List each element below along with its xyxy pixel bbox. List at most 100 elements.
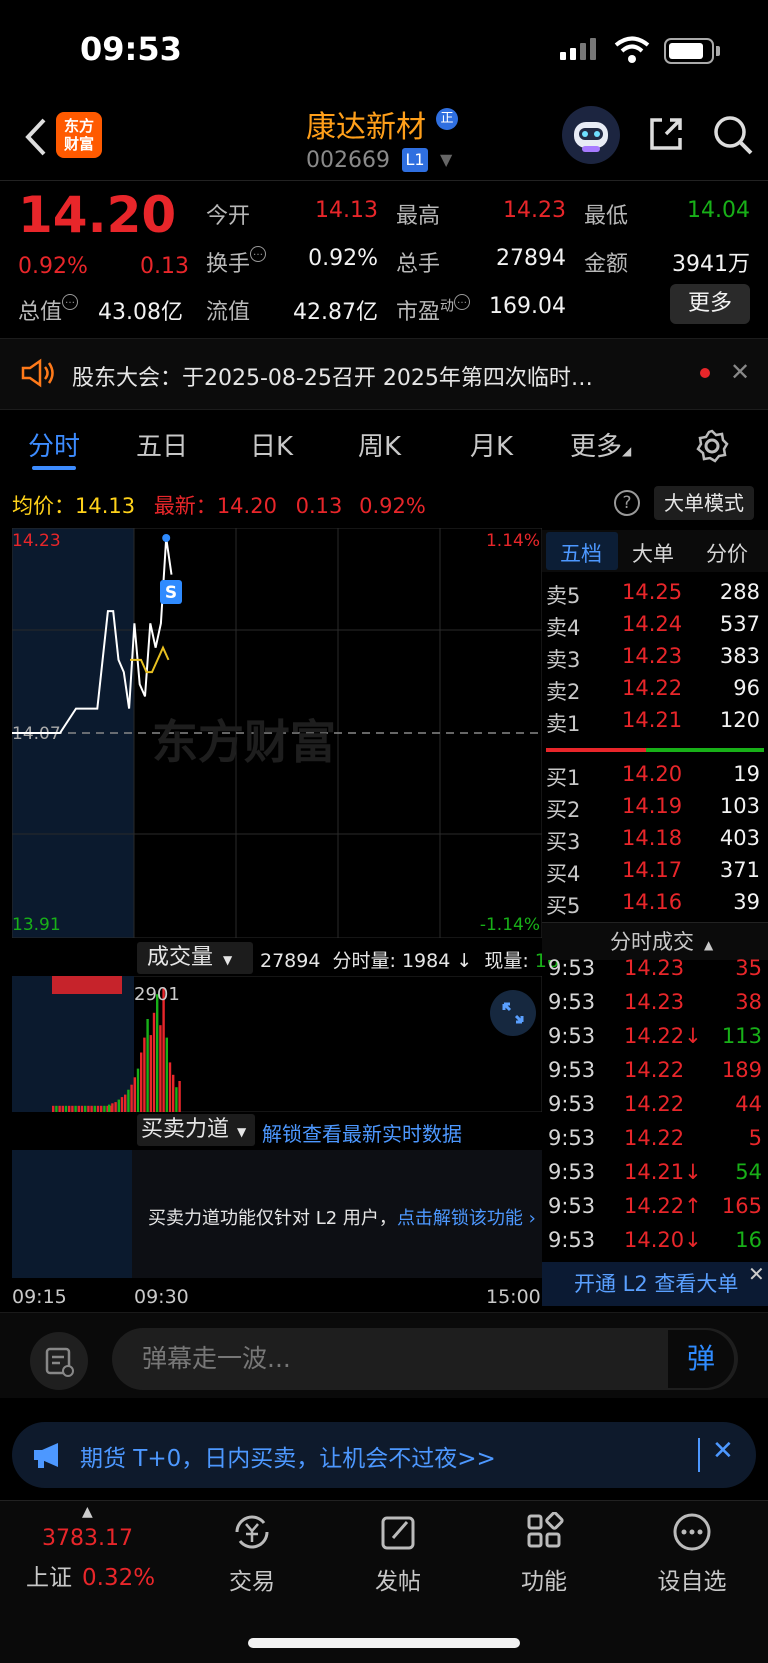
volume-bar <box>120 1097 124 1112</box>
volume-bar <box>77 1105 80 1112</box>
volume-bar <box>146 1019 149 1112</box>
stock-name[interactable]: 康达新材 <box>306 102 426 146</box>
tab-more[interactable]: 更多◢ <box>570 426 631 463</box>
last-price: 14.20 <box>18 186 177 244</box>
pe-label: 市盈动… <box>396 294 471 326</box>
s-marker-label: S <box>165 583 177 603</box>
announcement-text[interactable]: 股东大会：于2025-08-25召开 2025年第四次临时… <box>72 360 593 392</box>
volume-bar <box>52 1105 55 1112</box>
yuan-cycle-icon <box>235 1515 269 1549</box>
unlock-feature-link[interactable]: 点击解锁该功能 › <box>397 1208 536 1229</box>
ask-row: 卖3 14.23 383 <box>546 644 760 672</box>
volume-selector[interactable]: 成交量 ▼ <box>137 942 253 974</box>
search-icon[interactable] <box>712 114 754 160</box>
volume-bar <box>162 988 165 1112</box>
volume-chart: 2901 <box>12 976 542 1112</box>
tab-trade[interactable]: 交易 <box>192 1512 312 1596</box>
bid-ask-ratio-buy <box>646 748 764 752</box>
help-icon[interactable]: ? <box>614 490 640 516</box>
cellular-signal-icon <box>560 38 600 60</box>
power-selector[interactable]: 买卖力道 ▼ <box>137 1114 255 1146</box>
volume-bar <box>111 1103 114 1112</box>
l2-upgrade-banner[interactable]: 开通 L2 查看大单 <box>542 1262 768 1306</box>
volume-bar <box>68 1105 71 1112</box>
ad-text[interactable]: 期货 T+0，日内买卖，让机会不过夜>> <box>80 1439 496 1473</box>
volume-bar <box>156 994 159 1112</box>
intraday-chart[interactable]: 东方财富 14.23 14.07 13.91 1.14% -1.14% S <box>12 528 542 938</box>
trade-row: 9:53 14.22↓ 113 <box>548 1024 762 1048</box>
level-badge[interactable]: L1 <box>402 148 428 172</box>
trades-header[interactable]: 分时成交 ▲ <box>542 922 768 960</box>
volume-bar <box>103 1105 106 1112</box>
trade-row: 9:53 14.23 38 <box>548 990 762 1014</box>
back-button[interactable] <box>18 112 52 162</box>
volume-bar <box>108 1104 111 1112</box>
more-button[interactable]: 更多 <box>670 284 750 324</box>
trade-row: 9:53 14.22 5 <box>548 1126 762 1150</box>
volume-bar <box>71 1105 74 1112</box>
volume-bar <box>127 1089 130 1112</box>
trade-row: 9:53 14.22↑ 165 <box>548 1194 762 1218</box>
robot-assistant-icon[interactable] <box>562 106 620 164</box>
index-value[interactable]: 3783.17 <box>42 1526 133 1551</box>
active-tab-indicator <box>32 466 76 470</box>
settings-gear-icon[interactable] <box>694 428 730 468</box>
tab-weekly-k[interactable]: 周K <box>358 426 401 463</box>
info-icon[interactable]: … <box>250 246 267 262</box>
megaphone-icon <box>30 1440 66 1474</box>
tab-big-order[interactable]: 大单 <box>632 538 674 568</box>
speaker-icon <box>20 358 56 392</box>
tab-functions[interactable]: 功能 <box>484 1511 604 1596</box>
pct-change: 0.92% <box>18 254 88 279</box>
pct-high-label: 1.14% <box>486 531 540 551</box>
grid-icon <box>527 1511 564 1548</box>
volume-bar <box>100 1105 103 1112</box>
volume-stats: 27894 分时量: 1984 ↓ 现量: 16 <box>260 950 559 972</box>
abs-change: 0.13 <box>140 254 189 279</box>
tab-post[interactable]: 发帖 <box>338 1512 458 1596</box>
info-icon[interactable]: … <box>454 294 471 310</box>
home-indicator <box>248 1638 520 1648</box>
axis-end: 15:00 <box>486 1286 541 1308</box>
low-value: 14.04 <box>687 198 750 223</box>
open-label: 今开 <box>206 204 251 229</box>
volume-bar <box>90 1105 93 1112</box>
tab-monthly-k[interactable]: 月K <box>470 426 513 463</box>
big-order-mode-button[interactable]: 大单模式 <box>654 486 754 520</box>
unlock-link[interactable]: 解锁查看最新实时数据 <box>262 1118 462 1147</box>
danmu-send-button[interactable]: 弹 <box>668 1330 734 1388</box>
close-icon[interactable]: ✕ <box>712 1436 734 1466</box>
volume-bar <box>152 1012 156 1112</box>
amount-value: 3941万 <box>672 252 750 277</box>
expand-icon[interactable] <box>490 990 536 1036</box>
power-panel: 买卖力道功能仅针对 L2 用户，点击解锁该功能 › <box>12 1150 542 1278</box>
watermark: 东方财富 <box>152 715 336 769</box>
tab-five-day[interactable]: 五日 <box>136 426 188 463</box>
tab-five-level[interactable]: 五档 <box>560 538 602 568</box>
tab-daily-k[interactable]: 日K <box>250 426 293 463</box>
float-cap-label: 流值 <box>206 300 251 325</box>
info-icon[interactable]: … <box>62 294 79 310</box>
volume-bar <box>117 1099 120 1112</box>
volume-auction-strip <box>52 976 122 994</box>
tab-intraday[interactable]: 分时 <box>28 426 80 463</box>
volume-bar <box>149 1035 152 1112</box>
danmu-input[interactable]: 弹幕走一波... <box>112 1328 738 1390</box>
app-logo[interactable]: 东方 财富 <box>56 112 102 158</box>
trade-row: 9:53 14.22 189 <box>548 1058 762 1082</box>
caret-down-icon[interactable]: ▼ <box>440 150 452 169</box>
tab-price-distribution[interactable]: 分价 <box>706 538 748 568</box>
close-icon[interactable]: ✕ <box>730 358 750 386</box>
danmu-list-button[interactable] <box>30 1332 88 1390</box>
axis-open: 09:30 <box>134 1286 189 1308</box>
bid-row: 买3 14.18 403 <box>546 826 760 854</box>
tab-watchlist[interactable]: 设自选 <box>632 1512 752 1596</box>
volume-bar <box>143 1037 146 1112</box>
high-value: 14.23 <box>503 198 566 223</box>
trade-row: 9:53 14.22 44 <box>548 1092 762 1116</box>
index-summary[interactable]: 上证 0.32% <box>26 1558 155 1592</box>
close-icon[interactable]: ✕ <box>748 1262 765 1286</box>
volume-bar <box>74 1105 77 1112</box>
share-icon[interactable] <box>646 114 686 158</box>
bid-row: 买2 14.19 103 <box>546 794 760 822</box>
